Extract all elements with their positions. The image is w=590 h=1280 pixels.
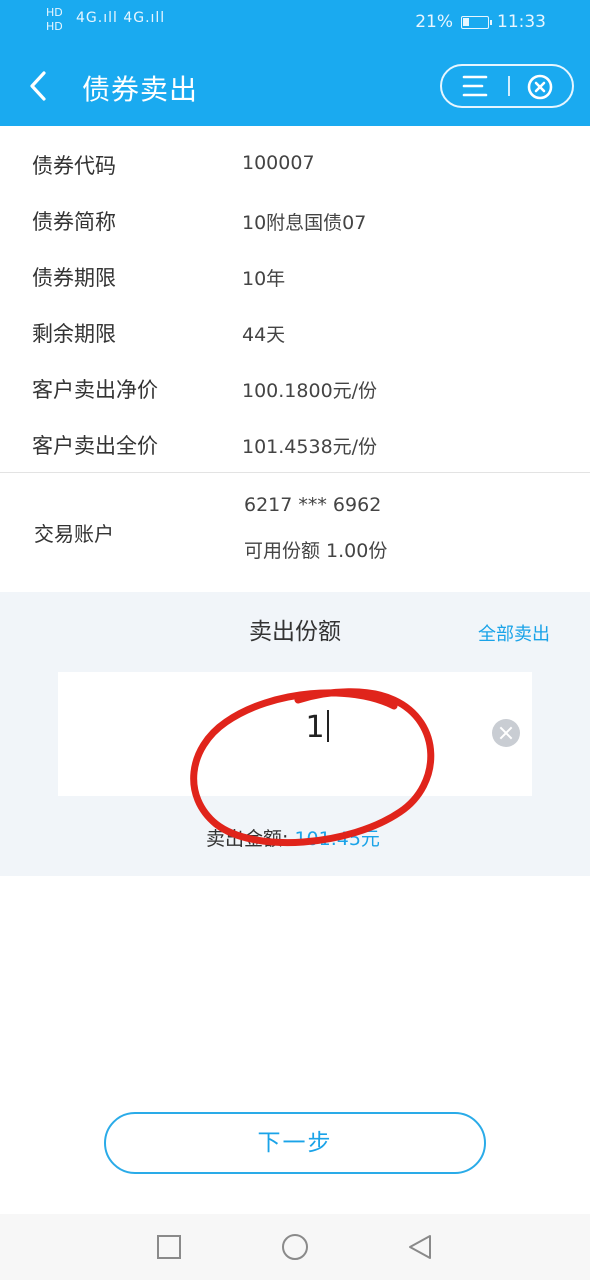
mini-program-capsule (440, 64, 574, 108)
row-net-price: 客户卖出净价 100.1800元/份 (0, 362, 590, 418)
capsule-divider (508, 76, 510, 96)
row-value: 44天 (242, 324, 286, 346)
status-bar: HD HD 4G.ıll 4G.ıll 21% 11:33 (0, 0, 590, 46)
row-bond-term: 债券期限 10年 (0, 250, 590, 306)
red-circle-annotation (190, 688, 435, 847)
recents-square-icon[interactable] (156, 1234, 182, 1260)
menu-icon[interactable] (460, 74, 490, 98)
row-label: 债券代码 (32, 154, 116, 178)
signal-icon: 4G.ıll 4G.ıll (76, 10, 166, 26)
row-remaining-term: 剩余期限 44天 (0, 306, 590, 362)
available-shares: 可用份额 1.00份 (244, 540, 388, 562)
row-bond-name: 债券简称 10附息国债07 (0, 194, 590, 250)
clock: 11:33 (497, 12, 546, 32)
status-right: 21% 11:33 (415, 12, 546, 32)
hd-indicator: HD HD (46, 6, 63, 33)
section-divider (0, 472, 590, 473)
row-label: 债券期限 (32, 266, 116, 290)
row-value: 10附息国债07 (242, 212, 367, 234)
app-header: HD HD 4G.ıll 4G.ıll 21% 11:33 债券卖出 (0, 0, 590, 126)
home-circle-icon[interactable] (281, 1233, 309, 1261)
battery-percent: 21% (415, 12, 453, 32)
row-label: 债券简称 (32, 210, 116, 234)
battery-icon (461, 15, 492, 29)
back-arrow-icon[interactable] (24, 64, 54, 108)
row-bond-code: 债券代码 100007 (0, 138, 590, 194)
account-label: 交易账户 (34, 522, 114, 546)
page-title: 债券卖出 (82, 73, 199, 106)
row-label: 剩余期限 (32, 322, 116, 346)
close-circle-icon[interactable] (526, 73, 554, 101)
sell-all-link[interactable]: 全部卖出 (478, 620, 550, 646)
system-nav-bar (0, 1214, 590, 1280)
row-value: 10年 (242, 268, 286, 290)
clear-input-icon[interactable] (492, 719, 520, 747)
row-label: 客户卖出全价 (32, 434, 158, 458)
row-label: 客户卖出净价 (32, 378, 158, 402)
row-full-price: 客户卖出全价 101.4538元/份 (0, 418, 590, 474)
row-value: 100.1800元/份 (242, 380, 378, 402)
row-value: 101.4538元/份 (242, 436, 378, 458)
back-triangle-icon[interactable] (406, 1233, 434, 1261)
row-value: 100007 (242, 152, 315, 174)
next-step-button[interactable]: 下一步 (104, 1112, 486, 1174)
account-number[interactable]: 6217 *** 6962 (244, 494, 381, 516)
